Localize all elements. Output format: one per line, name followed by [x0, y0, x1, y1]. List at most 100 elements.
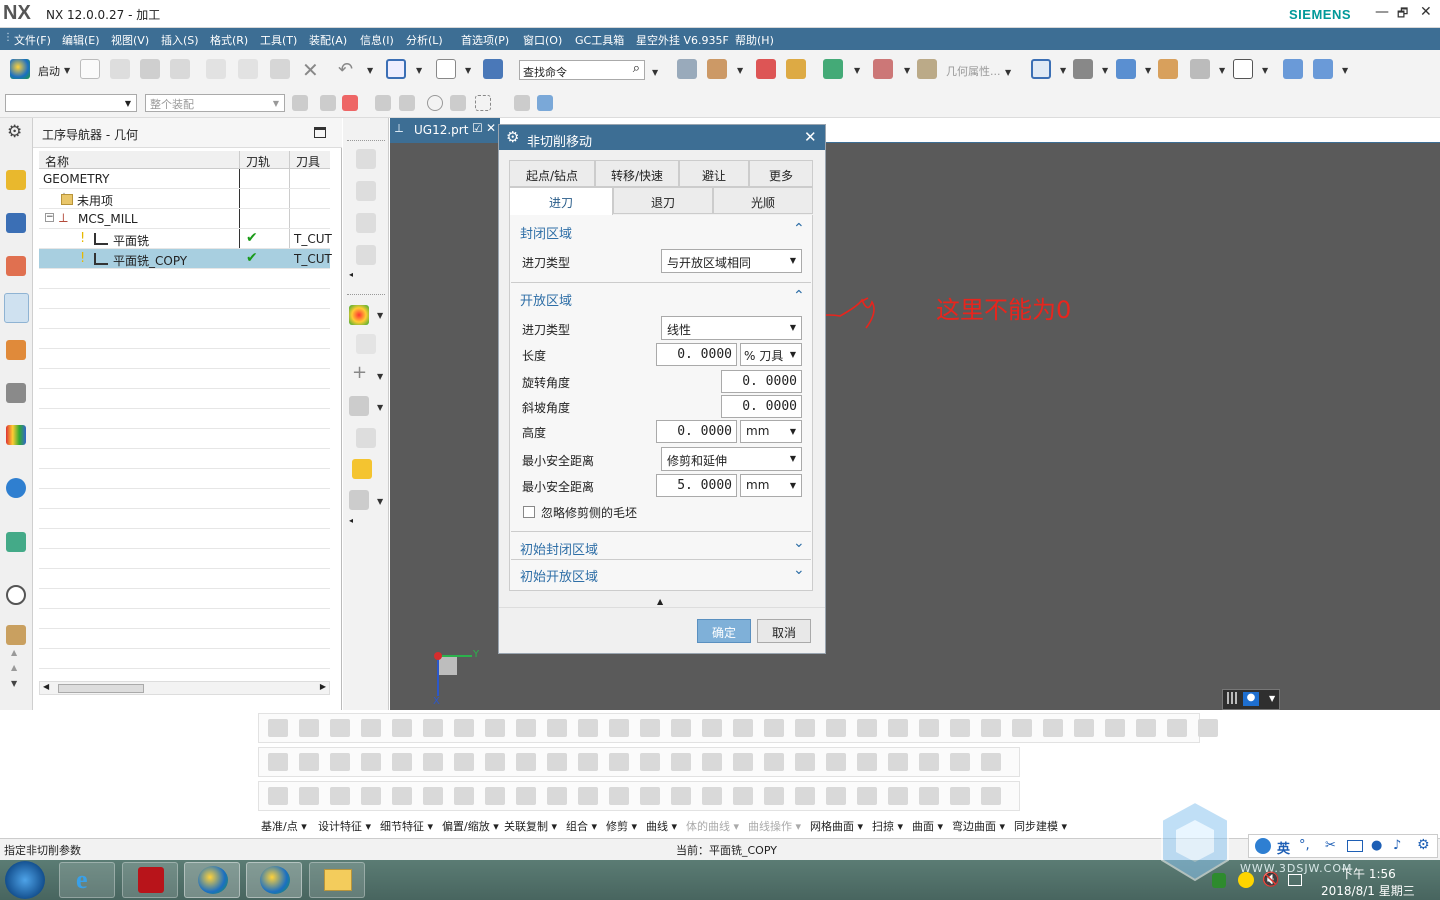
feature-icon[interactable] — [349, 490, 369, 510]
expand-down-icon[interactable]: ⌄ — [793, 535, 805, 551]
user-icon[interactable]: ● — [1243, 692, 1259, 706]
feature-tool-icon[interactable] — [1167, 719, 1187, 737]
plus-icon[interactable]: + — [352, 362, 367, 383]
menu-window[interactable]: 窗口(O) — [523, 32, 562, 48]
ignore-blank-checkbox[interactable] — [523, 506, 535, 518]
feature-tool-icon[interactable] — [1105, 719, 1125, 737]
rotation-input[interactable]: 0. 0000 — [721, 370, 802, 393]
scrollbar-thumb[interactable] — [58, 684, 144, 693]
open-engage-type-select[interactable]: 线性 ▼ — [661, 316, 802, 340]
section-icon[interactable] — [1190, 59, 1210, 79]
postprocess-icon[interactable] — [356, 428, 376, 448]
feature-tool-icon[interactable] — [423, 719, 443, 737]
menu-combine[interactable]: 组合 ▾ — [566, 818, 597, 834]
length-unit-select[interactable]: % 刀具 ▼ — [740, 343, 802, 366]
render-icon[interactable] — [1073, 59, 1093, 79]
shaded-icon[interactable] — [1116, 59, 1136, 79]
expand-down-icon[interactable]: ⌄ — [793, 562, 805, 578]
ok-button[interactable]: 确定 — [697, 619, 751, 643]
user-icon[interactable]: ● — [1371, 838, 1382, 853]
column-path[interactable]: 刀轨 — [239, 151, 289, 169]
feature-tool-icon[interactable] — [950, 753, 970, 771]
acrobat-icon[interactable] — [122, 862, 178, 898]
feature-tool-icon[interactable] — [981, 787, 1001, 805]
menu-info[interactable]: 信息(I) — [360, 32, 394, 48]
fit-view-icon[interactable] — [1031, 59, 1051, 79]
punctuation-icon[interactable]: °, — [1299, 838, 1310, 853]
feature-tool-icon[interactable] — [361, 753, 381, 771]
column-tool[interactable]: 刀具 — [289, 151, 330, 169]
feature-tool-icon[interactable] — [268, 787, 288, 805]
feature-tool-icon[interactable] — [330, 719, 350, 737]
menu-edit[interactable]: 编辑(E) — [62, 32, 100, 48]
feature-tool-icon[interactable] — [950, 787, 970, 805]
gear-icon[interactable]: ⚙ — [1417, 837, 1430, 853]
create-method-icon[interactable] — [356, 245, 376, 265]
feature-tool-icon[interactable] — [578, 787, 598, 805]
minimize-button[interactable]: — — [1375, 4, 1389, 20]
scissors-icon[interactable]: ✂ — [1325, 838, 1336, 853]
closed-region-title[interactable]: 封闭区域 — [520, 223, 572, 242]
feature-tool-icon[interactable] — [733, 719, 753, 737]
start-icon[interactable] — [10, 59, 30, 79]
speaker-muted-icon[interactable]: 🔇 — [1262, 872, 1279, 888]
wcs-icon[interactable] — [707, 59, 727, 79]
snap-icon[interactable] — [756, 59, 776, 79]
feature-tool-icon[interactable] — [640, 787, 660, 805]
search-input[interactable]: 查找命令 ⌕ — [519, 60, 645, 80]
open-file-icon[interactable] — [110, 59, 130, 79]
history-icon[interactable] — [6, 585, 26, 605]
scroll-up-icon[interactable]: ▲ — [11, 648, 17, 657]
feature-tool-icon[interactable] — [268, 719, 288, 737]
roles-icon[interactable] — [6, 425, 26, 445]
min-clearance-unit-select[interactable]: mm ▼ — [740, 474, 802, 497]
feature-tool-icon[interactable] — [919, 719, 939, 737]
feature-tool-icon[interactable] — [733, 753, 753, 771]
tab-transfer[interactable]: 转移/快速 — [595, 160, 679, 187]
feature-tool-icon[interactable] — [888, 753, 908, 771]
start-button[interactable] — [5, 861, 45, 899]
chevron-down-icon[interactable]: ▼ — [1262, 66, 1268, 75]
chevron-down-icon[interactable]: ▼ — [416, 66, 422, 75]
feature-tool-icon[interactable] — [547, 753, 567, 771]
column-name[interactable]: 名称 — [39, 151, 239, 169]
feature-tool-icon[interactable] — [640, 753, 660, 771]
collapse-up-icon[interactable]: ⌃ — [793, 221, 805, 237]
initial-open-title[interactable]: 初始开放区域 — [520, 566, 598, 585]
menu-preferences[interactable]: 首选项(P) — [461, 32, 509, 48]
machine-tool-icon[interactable] — [6, 340, 26, 360]
chevron-down-icon[interactable]: ▼ — [1102, 66, 1108, 75]
scroll-up-icon[interactable]: ▲ — [11, 663, 17, 672]
tab-engage[interactable]: 进刀 — [509, 187, 613, 216]
feature-tool-icon[interactable] — [1136, 719, 1156, 737]
collapse-icon[interactable]: − — [45, 213, 54, 222]
dialog-close-button[interactable]: ✕ — [804, 128, 817, 146]
feature-tool-icon[interactable] — [299, 787, 319, 805]
measure-icon[interactable] — [786, 59, 806, 79]
feature-tool-icon[interactable] — [1043, 719, 1063, 737]
feature-tool-icon[interactable] — [454, 719, 474, 737]
system-materials-icon[interactable] — [6, 625, 26, 645]
chevron-down-icon[interactable]: ▼ — [737, 66, 743, 75]
feature-tool-icon[interactable] — [485, 787, 505, 805]
part-icon[interactable] — [514, 95, 530, 111]
scroll-right-icon[interactable]: ▶ — [320, 682, 326, 691]
info-icon[interactable] — [6, 478, 26, 498]
chevron-down-icon[interactable]: ▼ — [377, 497, 383, 506]
feature-tool-icon[interactable] — [702, 787, 722, 805]
feature-tool-icon[interactable] — [764, 787, 784, 805]
start-label[interactable]: 启动 — [38, 63, 60, 79]
menu-flange-surface[interactable]: 弯边曲面 ▾ — [952, 818, 1005, 834]
feature-tool-icon[interactable] — [330, 753, 350, 771]
feature-tool-icon[interactable] — [1012, 719, 1032, 737]
open-region-title[interactable]: 开放区域 — [520, 290, 572, 309]
feature-tool-icon[interactable] — [826, 787, 846, 805]
feature-tool-icon[interactable] — [578, 719, 598, 737]
table-row[interactable]: ! 平面铣 ✔ T_CUT — [39, 229, 332, 249]
menu-sweep[interactable]: 扫掠 ▾ — [872, 818, 903, 834]
gear-icon[interactable]: ⚙ — [7, 122, 22, 142]
window-icon[interactable] — [436, 59, 456, 79]
feature-tool-icon[interactable] — [981, 753, 1001, 771]
feature-tool-icon[interactable] — [640, 719, 660, 737]
feature-tool-icon[interactable] — [981, 719, 1001, 737]
